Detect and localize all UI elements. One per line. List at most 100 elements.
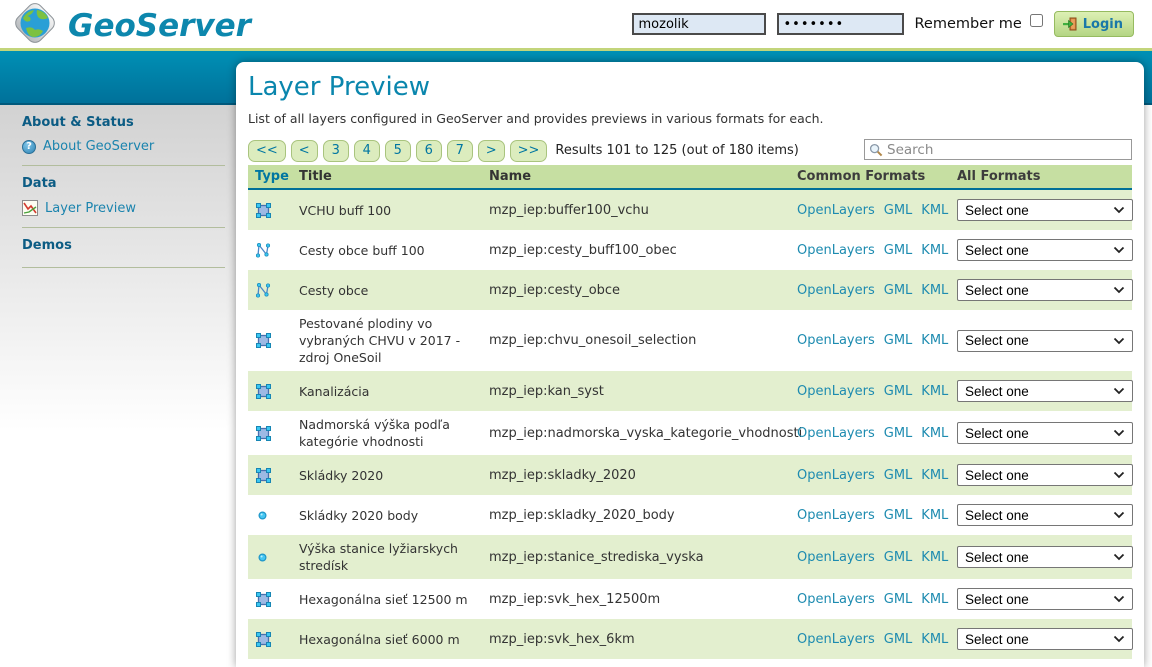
kml-link[interactable]: KML — [921, 632, 948, 647]
login-door-icon — [1062, 16, 1078, 32]
layer-title: Pestované plodiny vo vybraných CHVU v 20… — [299, 315, 489, 366]
openlayers-link[interactable]: OpenLayers — [797, 243, 875, 258]
password-input[interactable] — [777, 13, 904, 35]
common-format-links: OpenLayers GML KML — [797, 333, 957, 348]
layer-type-cell — [248, 332, 299, 349]
all-formats-select[interactable]: Select one — [957, 628, 1133, 650]
all-formats-select[interactable]: Select one — [957, 588, 1133, 610]
pagination-button[interactable]: 5 — [385, 140, 411, 162]
login-button[interactable]: Login — [1054, 11, 1134, 37]
gml-link[interactable]: GML — [884, 333, 913, 348]
openlayers-link[interactable]: OpenLayers — [797, 508, 875, 523]
gml-link[interactable]: GML — [884, 550, 913, 565]
openlayers-link[interactable]: OpenLayers — [797, 592, 875, 607]
gml-link[interactable]: GML — [884, 243, 913, 258]
sidebar-item-layer-preview[interactable]: Layer Preview — [22, 200, 236, 216]
all-formats-select[interactable]: Select one — [957, 464, 1133, 486]
gml-link[interactable]: GML — [884, 283, 913, 298]
layer-name: mzp_iep:buffer100_vchu — [489, 203, 797, 218]
gml-link[interactable]: GML — [884, 203, 913, 218]
login-form: Remember me Login — [632, 0, 1135, 48]
gml-link[interactable]: GML — [884, 468, 913, 483]
layer-name: mzp_iep:cesty_buff100_obec — [489, 243, 797, 258]
pagination-button[interactable]: > — [478, 140, 505, 162]
kml-link[interactable]: KML — [921, 426, 948, 441]
all-formats-select[interactable]: Select one — [957, 330, 1133, 352]
kml-link[interactable]: KML — [921, 384, 948, 399]
all-formats-select[interactable]: Select one — [957, 422, 1133, 444]
chevron-down-icon — [1113, 337, 1125, 345]
all-formats-cell: Select one — [957, 239, 1133, 261]
sidebar-divider — [22, 227, 225, 228]
layer-type-cell — [248, 383, 299, 400]
kml-link[interactable]: KML — [921, 283, 948, 298]
common-format-links: OpenLayers GML KML — [797, 632, 957, 647]
chevron-down-icon — [1113, 553, 1125, 561]
kml-link[interactable]: KML — [921, 333, 948, 348]
openlayers-link[interactable]: OpenLayers — [797, 632, 875, 647]
openlayers-link[interactable]: OpenLayers — [797, 333, 875, 348]
sidebar-item-about-geoserver[interactable]: ? About GeoServer — [22, 139, 236, 154]
pagination-button[interactable]: 4 — [354, 140, 380, 162]
sidebar-heading-about-status: About & Status — [22, 115, 236, 130]
select-value: Select one — [965, 592, 1113, 607]
openlayers-link[interactable]: OpenLayers — [797, 550, 875, 565]
common-format-links: OpenLayers GML KML — [797, 384, 957, 399]
gml-link[interactable]: GML — [884, 632, 913, 647]
select-value: Select one — [965, 550, 1113, 565]
column-header-title[interactable]: Title — [299, 168, 489, 185]
sidebar: About & Status ? About GeoServer Data La… — [0, 105, 236, 667]
kml-link[interactable]: KML — [921, 508, 948, 523]
search-input[interactable] — [887, 142, 1127, 158]
all-formats-select[interactable]: Select one — [957, 380, 1133, 402]
layer-type-cell — [248, 591, 299, 608]
layer-title: Kanalizácia — [299, 383, 489, 400]
layer-name: mzp_iep:kan_syst — [489, 384, 797, 399]
chevron-down-icon — [1113, 635, 1125, 643]
common-format-links: OpenLayers GML KML — [797, 203, 957, 218]
pagination-button[interactable]: << — [248, 140, 286, 162]
kml-link[interactable]: KML — [921, 550, 948, 565]
search-box[interactable] — [864, 139, 1132, 160]
gml-link[interactable]: GML — [884, 426, 913, 441]
all-formats-select[interactable]: Select one — [957, 239, 1133, 261]
table-row: Cesty obce buff 100mzp_iep:cesty_buff100… — [248, 230, 1132, 270]
pagination-button[interactable]: 3 — [323, 140, 349, 162]
common-format-links: OpenLayers GML KML — [797, 283, 957, 298]
all-formats-cell: Select one — [957, 330, 1133, 352]
openlayers-link[interactable]: OpenLayers — [797, 468, 875, 483]
username-input[interactable] — [632, 13, 766, 35]
kml-link[interactable]: KML — [921, 592, 948, 607]
chevron-down-icon — [1113, 286, 1125, 294]
gml-link[interactable]: GML — [884, 384, 913, 399]
openlayers-link[interactable]: OpenLayers — [797, 203, 875, 218]
openlayers-link[interactable]: OpenLayers — [797, 283, 875, 298]
column-header-name[interactable]: Name — [489, 169, 797, 184]
kml-link[interactable]: KML — [921, 468, 948, 483]
layer-name: mzp_iep:cesty_obce — [489, 283, 797, 298]
all-formats-select[interactable]: Select one — [957, 546, 1133, 568]
layer-title: Hexagonálna sieť 12500 m — [299, 591, 489, 608]
sidebar-divider — [22, 165, 225, 166]
layer-name: mzp_iep:nadmorska_vyska_kategorie_vhodno… — [489, 426, 797, 441]
pagination-button[interactable]: 6 — [416, 140, 442, 162]
all-formats-cell: Select one — [957, 464, 1133, 486]
kml-link[interactable]: KML — [921, 203, 948, 218]
kml-link[interactable]: KML — [921, 243, 948, 258]
openlayers-link[interactable]: OpenLayers — [797, 426, 875, 441]
chevron-down-icon — [1113, 511, 1125, 519]
layer-title: Skládky 2020 — [299, 467, 489, 484]
pagination: <<<34567>>> — [248, 140, 547, 162]
layer-type-cell — [248, 467, 299, 484]
gml-link[interactable]: GML — [884, 592, 913, 607]
openlayers-link[interactable]: OpenLayers — [797, 384, 875, 399]
all-formats-select[interactable]: Select one — [957, 199, 1133, 221]
all-formats-select[interactable]: Select one — [957, 504, 1133, 526]
pagination-button[interactable]: 7 — [447, 140, 473, 162]
gml-link[interactable]: GML — [884, 508, 913, 523]
pagination-button[interactable]: >> — [510, 140, 548, 162]
remember-me-checkbox[interactable] — [1030, 14, 1043, 27]
pagination-button[interactable]: < — [291, 140, 318, 162]
all-formats-select[interactable]: Select one — [957, 279, 1133, 301]
column-header-type[interactable]: Type — [248, 169, 299, 184]
